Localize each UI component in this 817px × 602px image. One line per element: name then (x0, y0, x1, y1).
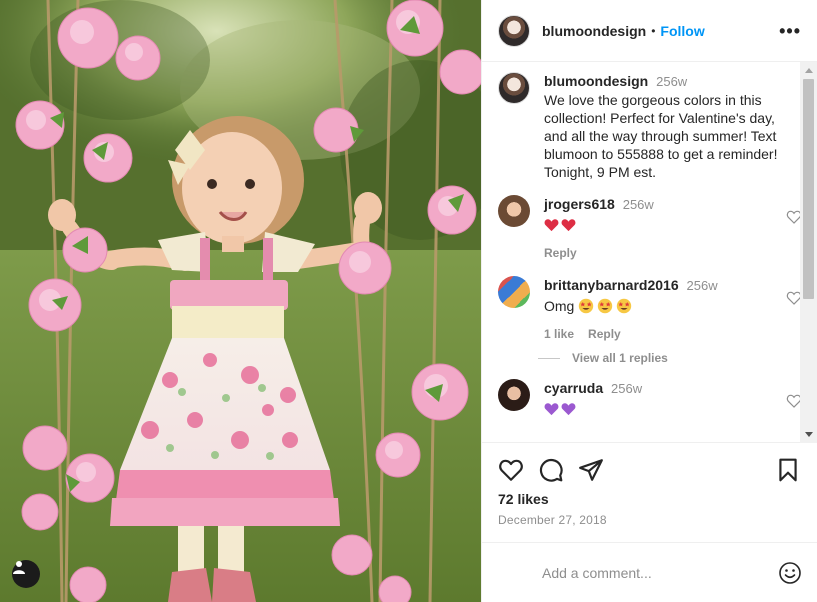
purple-heart-icon (544, 403, 559, 416)
post-header: blumoondesign • Follow ••• (482, 0, 817, 62)
follow-button[interactable]: Follow (660, 23, 704, 39)
author-avatar[interactable] (498, 14, 530, 47)
scroll-down-arrow-icon[interactable] (805, 432, 813, 437)
commenter-avatar[interactable] (498, 276, 530, 308)
comments-list[interactable]: blumoondesign 256w We love the gorgeous … (482, 62, 817, 443)
comment-time: 256w (686, 278, 718, 293)
bookmark-icon[interactable] (775, 457, 801, 483)
purple-heart-icon (561, 403, 576, 416)
comment-text-content: Omg (544, 298, 575, 314)
caption-text: We love the gorgeous colors in this coll… (544, 92, 778, 180)
comment-username[interactable]: brittanybarnard2016 (544, 277, 679, 293)
scrollbar-thumb[interactable] (803, 79, 814, 299)
user-tag-button[interactable] (12, 560, 40, 588)
view-replies-label: View all 1 replies (572, 351, 668, 365)
comment-text: Omg (544, 297, 794, 315)
comment-likes-count[interactable]: 1 like (544, 325, 574, 343)
commenter-avatar[interactable] (498, 195, 530, 227)
comment-username[interactable]: jrogers618 (544, 196, 615, 212)
separator-dot: • (651, 23, 656, 38)
view-replies-button[interactable]: View all 1 replies (538, 351, 802, 365)
scroll-up-arrow-icon[interactable] (805, 68, 813, 73)
reply-button[interactable]: Reply (544, 244, 577, 262)
post-photo-illustration (0, 0, 481, 602)
comment-icon[interactable] (538, 457, 564, 483)
author-username[interactable]: blumoondesign (542, 23, 646, 39)
paper-plane-icon[interactable] (578, 457, 604, 483)
caption-time: 256w (656, 74, 688, 89)
add-comment-bar (482, 542, 817, 602)
comment-item: jrogers618 256w Reply (498, 195, 802, 262)
caption: blumoondesign 256w We love the gorgeous … (498, 72, 802, 181)
star-struck-emoji-icon (617, 298, 632, 314)
star-struck-emoji-icon (579, 298, 594, 314)
star-struck-emoji-icon (598, 298, 613, 314)
view-replies-line (538, 357, 560, 359)
add-comment-input[interactable] (542, 564, 778, 581)
comment-item: cyarruda 256w (498, 379, 802, 418)
reply-button[interactable]: Reply (588, 325, 621, 343)
caption-avatar[interactable] (498, 72, 530, 104)
comment-item: brittanybarnard2016 256w Omg 1 like Repl… (498, 276, 802, 343)
commenter-avatar[interactable] (498, 379, 530, 411)
post-details-panel: blumoondesign • Follow ••• blumoondesign… (481, 0, 817, 602)
comments-scrollbar[interactable] (800, 62, 817, 443)
likes-count[interactable]: 72 likes (498, 491, 549, 507)
smiley-icon[interactable] (778, 561, 802, 585)
heart-icon[interactable] (498, 457, 524, 483)
post-date[interactable]: December 27, 2018 (498, 513, 607, 527)
red-heart-icon (544, 219, 559, 232)
post-actions (498, 452, 801, 488)
caption-username[interactable]: blumoondesign (544, 73, 648, 89)
post-image[interactable] (0, 0, 481, 602)
comment-text (544, 400, 780, 418)
person-icon (13, 561, 25, 574)
comment-username[interactable]: cyarruda (544, 380, 603, 396)
red-heart-icon (561, 219, 576, 232)
more-options-icon[interactable]: ••• (779, 22, 801, 40)
comment-time: 256w (611, 381, 643, 396)
comment-text (544, 216, 780, 234)
comment-time: 256w (622, 197, 654, 212)
